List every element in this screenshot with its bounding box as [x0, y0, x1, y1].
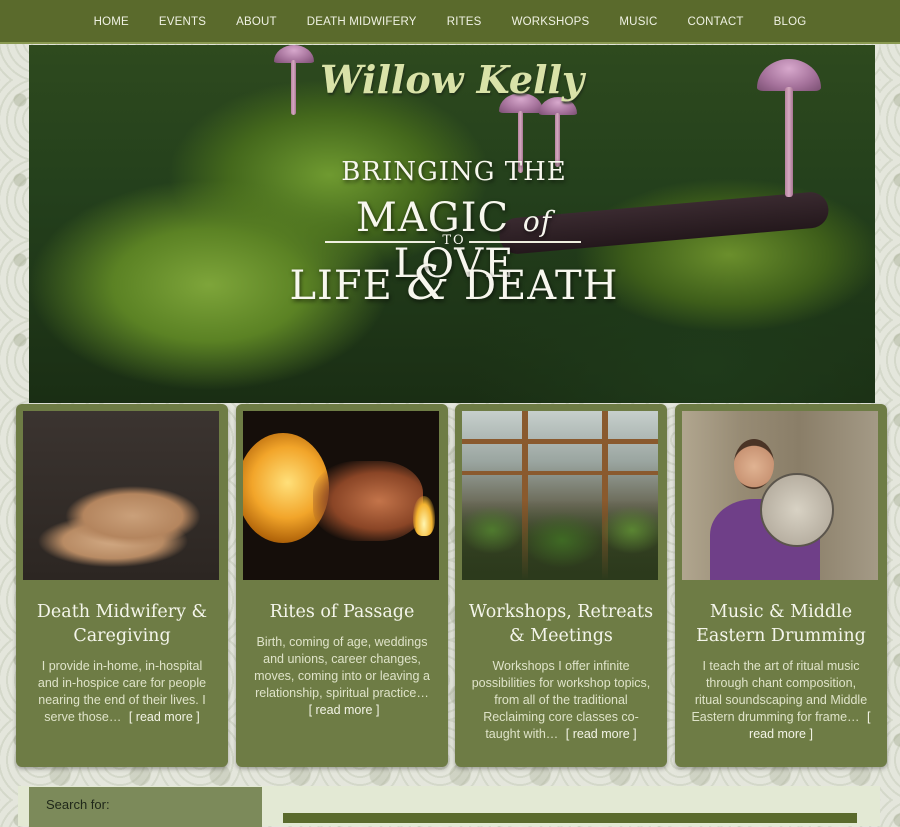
nav-item-death-midwifery[interactable]: DEATH MIDWIFERY: [307, 16, 417, 28]
nav-menu: HOME EVENTS ABOUT DEATH MIDWIFERY RITES …: [0, 0, 900, 44]
hero-tagline-line1: BRINGING THE: [341, 157, 567, 187]
hero-tagline-line4: LIFE & DEATH: [289, 255, 619, 311]
nav-item-about[interactable]: ABOUT: [236, 16, 277, 28]
nav-item-contact[interactable]: CONTACT: [687, 16, 743, 28]
card-desc-text: Birth, coming of age, weddings and union…: [254, 635, 430, 700]
nav-item-events[interactable]: EVENTS: [159, 16, 206, 28]
hero-word-death: DEATH: [463, 263, 619, 309]
card-workshops[interactable]: Workshops, Retreats & Meetings Workshops…: [455, 404, 667, 767]
card-description: I teach the art of ritual music through …: [691, 658, 871, 743]
card-title[interactable]: Music & Middle Eastern Drumming: [685, 600, 877, 648]
hero-word-life: LIFE: [289, 263, 393, 309]
search-widget: Search for:: [29, 787, 262, 827]
read-more-link[interactable]: [ read more ]: [129, 710, 200, 724]
hero-banner: Willow Kelly BRINGING THE MAGIC of LOVE …: [29, 45, 875, 403]
nav-item-workshops[interactable]: WORKSHOPS: [512, 16, 590, 28]
card-music-drumming[interactable]: Music & Middle Eastern Drumming I teach …: [675, 404, 887, 767]
person-head-image: [734, 439, 774, 489]
nav-item-blog[interactable]: BLOG: [774, 16, 807, 28]
hero-tagline-line3: TO: [442, 233, 466, 248]
top-navigation: HOME EVENTS ABOUT DEATH MIDWIFERY RITES …: [0, 0, 900, 44]
card-title[interactable]: Workshops, Retreats & Meetings: [465, 600, 657, 648]
read-more-link[interactable]: [ read more ]: [309, 703, 380, 717]
read-more-link[interactable]: [ read more ]: [566, 727, 637, 741]
card-rites-of-passage[interactable]: Rites of Passage Birth, coming of age, w…: [236, 404, 448, 767]
frame-drum-image: [760, 473, 834, 547]
hand-image: [313, 461, 423, 541]
plants-image: [462, 500, 658, 580]
nav-item-home[interactable]: HOME: [94, 16, 129, 28]
card-description: Workshops I offer infinite possibilities…: [471, 658, 651, 743]
card-death-midwifery[interactable]: Death Midwifery & Caregiving I provide i…: [16, 404, 228, 767]
card-desc-text: I teach the art of ritual music through …: [691, 659, 868, 724]
card-image-hands[interactable]: [23, 411, 219, 580]
site-logo[interactable]: Willow Kelly: [29, 57, 875, 102]
nav-item-rites[interactable]: RITES: [447, 16, 482, 28]
search-label: Search for:: [46, 797, 110, 812]
card-title[interactable]: Rites of Passage: [246, 600, 438, 624]
card-description: I provide in-home, in-hospital and in-ho…: [32, 658, 212, 726]
candle-flame-image: [413, 496, 435, 536]
card-title[interactable]: Death Midwifery & Caregiving: [26, 600, 218, 648]
card-image-greenhouse[interactable]: [462, 411, 658, 580]
nav-item-music[interactable]: MUSIC: [619, 16, 657, 28]
card-image-candle-orb[interactable]: [243, 411, 439, 580]
content-header-bar: [283, 813, 857, 823]
card-image-drummer[interactable]: [682, 411, 878, 580]
hero-ampersand: &: [406, 255, 451, 311]
card-description: Birth, coming of age, weddings and union…: [252, 634, 432, 719]
